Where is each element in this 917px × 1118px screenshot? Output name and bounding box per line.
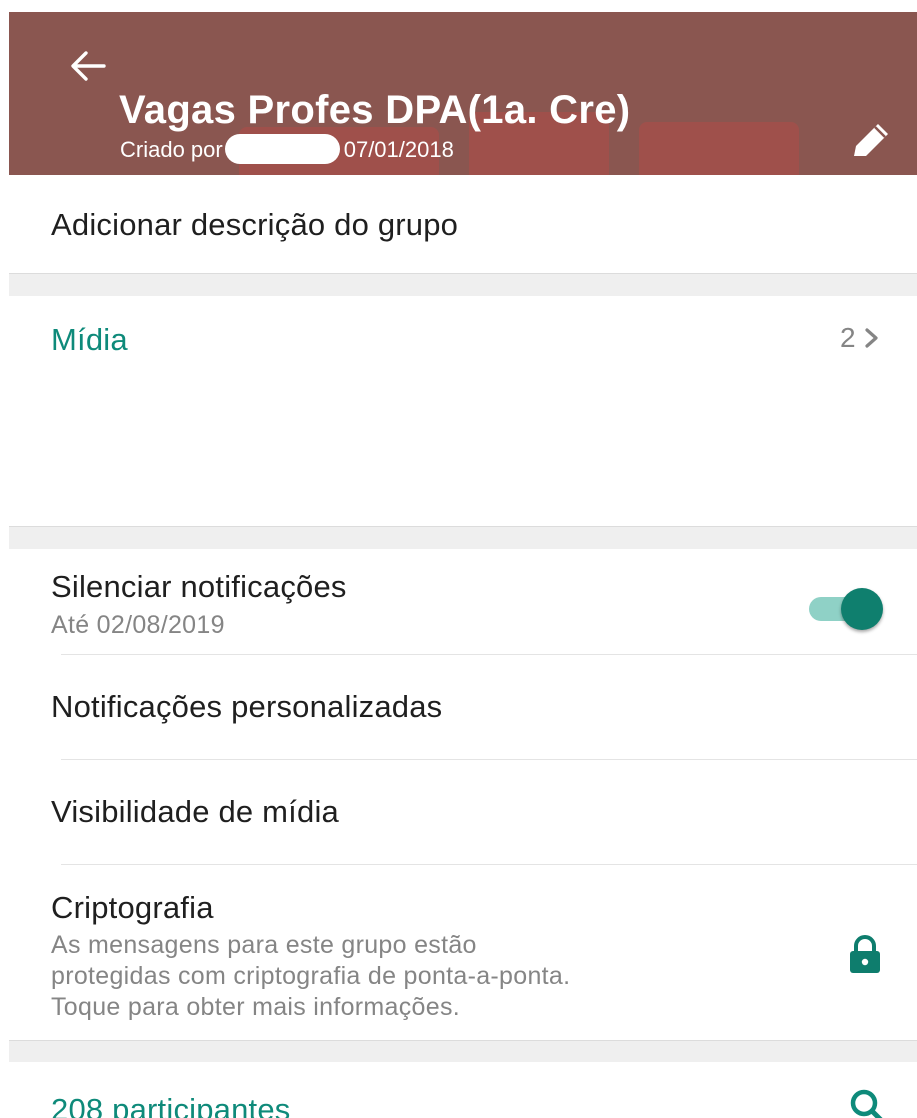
mute-until: Até 02/08/2019 — [51, 611, 225, 639]
add-description-row[interactable]: Adicionar descrição do grupo — [9, 175, 917, 273]
toggle-thumb — [841, 588, 883, 630]
encryption-line-2: protegidas com criptografia de ponta-a-p… — [51, 962, 571, 990]
lock-icon — [850, 935, 880, 973]
created-by-label: Criado por — [120, 136, 223, 162]
section-gap — [9, 273, 917, 296]
participants-count: 208 participantes — [51, 1092, 291, 1118]
encryption-line-1: As mensagens para este grupo estão — [51, 931, 477, 959]
media-label: Mídia — [51, 322, 128, 357]
section-gap — [9, 1040, 917, 1063]
media-section[interactable]: Mídia 2 — [9, 296, 917, 526]
mute-toggle[interactable] — [809, 585, 895, 631]
encryption-label: Criptografia — [51, 890, 214, 925]
search-icon[interactable] — [847, 1086, 889, 1118]
custom-notifications-row[interactable]: Notificações personalizadas — [9, 655, 917, 760]
back-button[interactable] — [64, 42, 112, 90]
mute-label: Silenciar notificações — [51, 569, 347, 604]
pencil-icon — [854, 124, 888, 156]
mute-notifications-row[interactable]: Silenciar notificações Até 02/08/2019 — [9, 549, 917, 655]
add-description-label: Adicionar descrição do grupo — [51, 207, 459, 242]
custom-notifications-label: Notificações personalizadas — [51, 689, 443, 724]
back-arrow-icon — [71, 51, 106, 81]
created-date: 07/01/2018 — [343, 136, 454, 162]
group-created-info: Criado por 07/01/2018 — [120, 134, 454, 166]
media-count-value: 2 — [840, 322, 856, 353]
edit-group-button[interactable] — [845, 117, 895, 163]
encryption-row[interactable]: Criptografia As mensagens para este grup… — [9, 865, 917, 1040]
group-title: Vagas Profes DPA(1a. Cre) — [119, 88, 631, 132]
participants-header: 208 participantes — [9, 1062, 917, 1118]
media-visibility-label: Visibilidade de mídia — [51, 794, 339, 829]
redacted-creator — [224, 134, 340, 164]
group-header: Vagas Profes DPA(1a. Cre) Criado por 07/0… — [9, 12, 917, 175]
chevron-right-icon — [864, 328, 878, 348]
media-count: 2 — [840, 322, 880, 354]
encryption-line-3: Toque para obter mais informações. — [51, 993, 461, 1021]
media-visibility-row[interactable]: Visibilidade de mídia — [9, 760, 917, 865]
section-gap — [9, 526, 917, 549]
